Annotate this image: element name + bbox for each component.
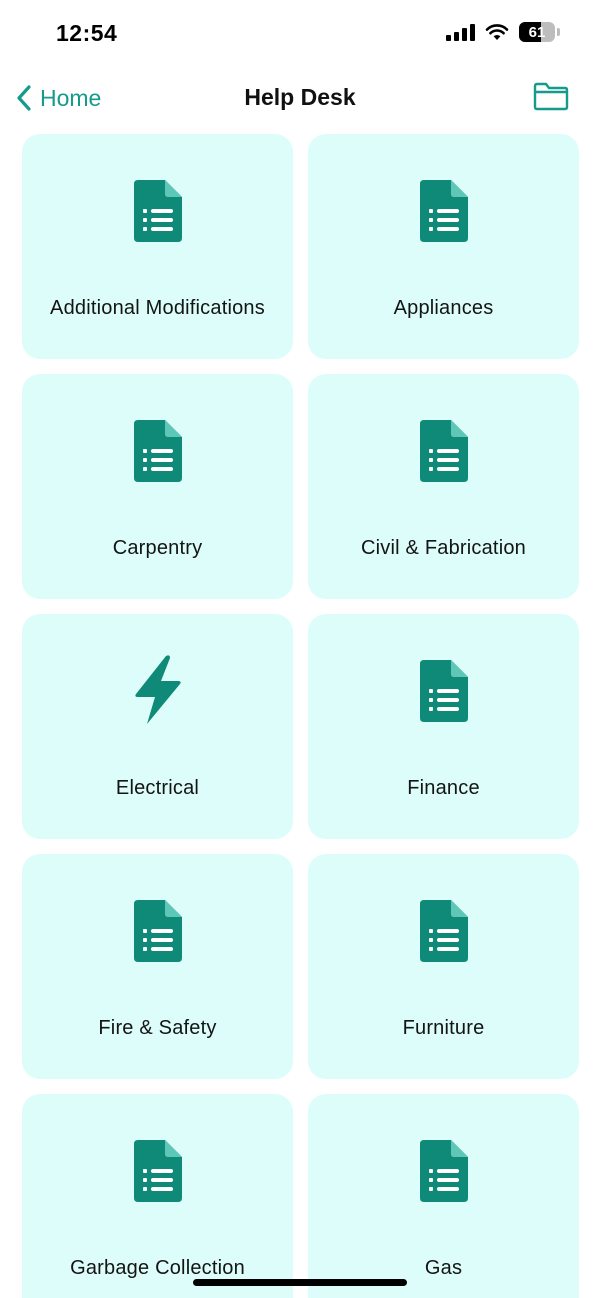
category-label: Additional Modifications	[50, 297, 265, 319]
folder-icon	[533, 82, 569, 111]
category-label: Fire & Safety	[98, 1017, 217, 1039]
category-label: Appliances	[393, 297, 494, 319]
category-label: Carpentry	[112, 537, 203, 559]
navigation-bar: Home Help Desk	[0, 66, 600, 130]
category-card-gas[interactable]: Gas	[308, 1094, 579, 1298]
cellular-signal-icon	[446, 23, 475, 41]
document-list-icon	[419, 420, 468, 482]
document-list-icon	[133, 180, 182, 242]
category-card-finance[interactable]: Finance	[308, 614, 579, 839]
document-list-icon	[133, 900, 182, 962]
status-icons: 61	[446, 22, 560, 42]
status-time: 12:54	[56, 20, 118, 46]
category-card-civil-fabrication[interactable]: Civil & Fabrication	[308, 374, 579, 599]
category-card-electrical[interactable]: Electrical	[22, 614, 293, 839]
document-list-icon	[133, 1140, 182, 1202]
document-list-icon	[133, 420, 182, 482]
document-list-icon	[419, 660, 468, 722]
battery-level: 61	[528, 23, 546, 41]
category-label: Furniture	[402, 1017, 485, 1039]
document-list-icon	[419, 1140, 468, 1202]
battery-icon: 61	[519, 22, 555, 42]
wifi-icon	[485, 24, 509, 40]
folder-button[interactable]	[532, 80, 570, 112]
document-list-icon	[419, 900, 468, 962]
page-title: Help Desk	[244, 84, 356, 110]
status-bar: 12:54 61	[0, 0, 600, 66]
category-grid: Additional Modifications Appliances Carp…	[22, 134, 579, 1298]
home-indicator[interactable]	[193, 1279, 407, 1286]
category-card-garbage-collection[interactable]: Garbage Collection	[22, 1094, 293, 1298]
category-label: Civil & Fabrication	[361, 537, 526, 559]
help-desk-screen: 12:54 61 Home Help Desk Additional Modif…	[0, 0, 600, 1298]
category-label: Gas	[424, 1257, 463, 1279]
lightning-bolt-icon	[134, 655, 181, 724]
category-card-additional-modifications[interactable]: Additional Modifications	[22, 134, 293, 359]
category-label: Finance	[407, 777, 480, 799]
category-label: Garbage Collection	[70, 1257, 245, 1279]
category-label: Electrical	[115, 777, 200, 799]
category-card-appliances[interactable]: Appliances	[308, 134, 579, 359]
category-card-carpentry[interactable]: Carpentry	[22, 374, 293, 599]
category-card-fire-safety[interactable]: Fire & Safety	[22, 854, 293, 1079]
category-card-furniture[interactable]: Furniture	[308, 854, 579, 1079]
document-list-icon	[419, 180, 468, 242]
